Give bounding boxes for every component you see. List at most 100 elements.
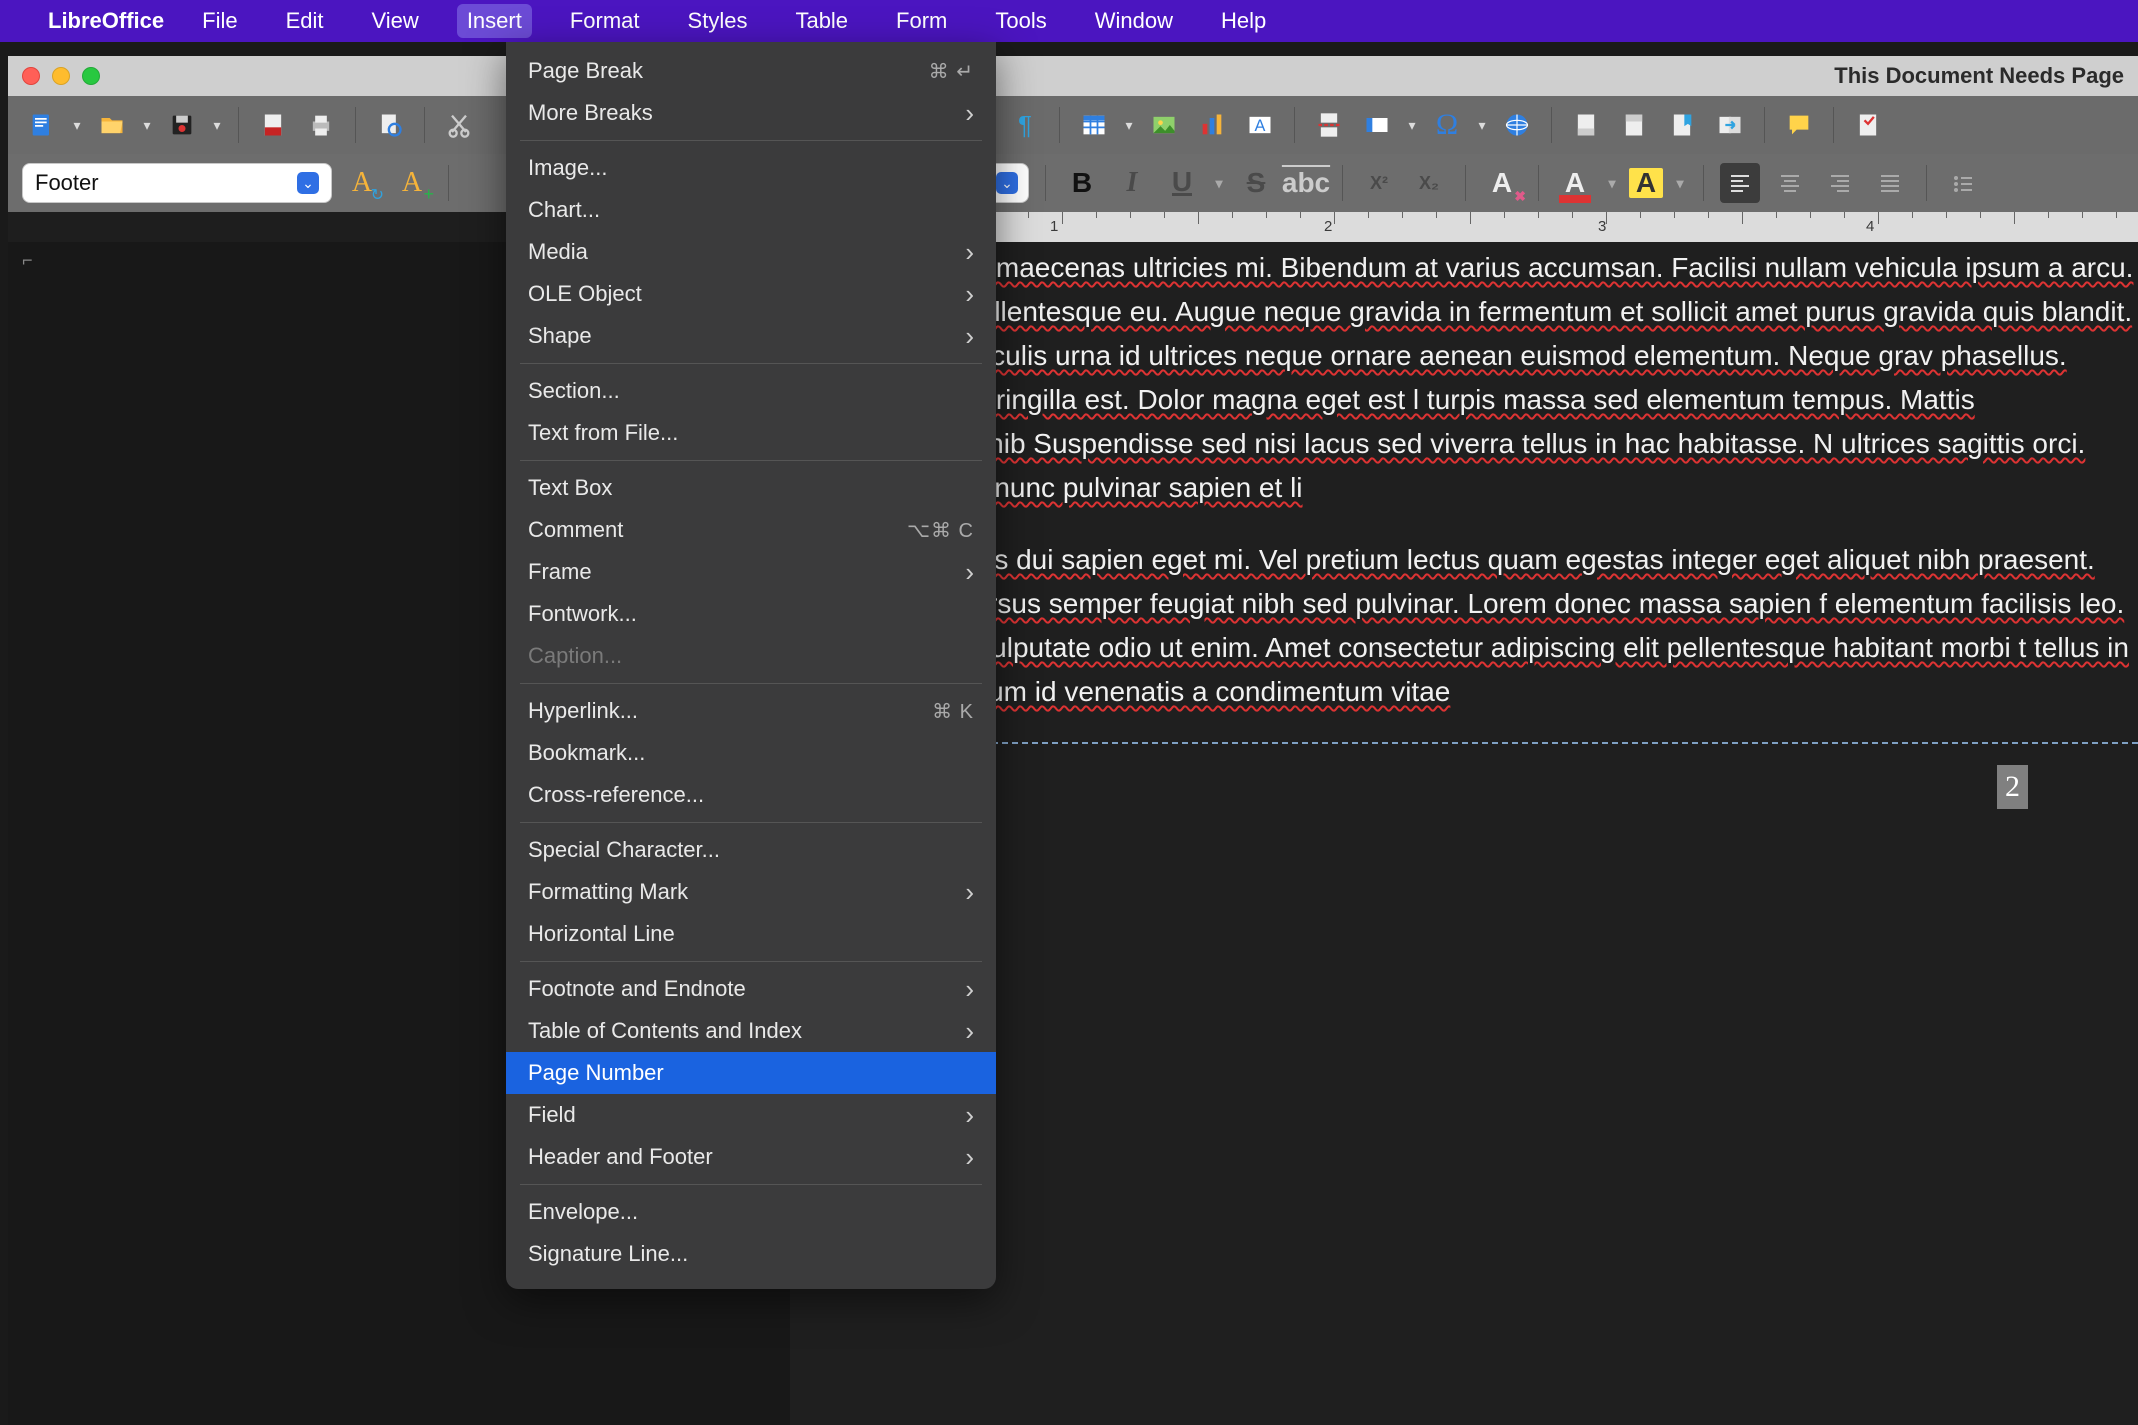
menu-item-label: Formatting Mark [528, 879, 965, 905]
align-center-button[interactable] [1770, 163, 1810, 203]
overline-button[interactable]: abc [1286, 163, 1326, 203]
insert-menu-bookmark[interactable]: Bookmark... [506, 732, 996, 774]
paragraph-style-dropdown[interactable]: Footer ⌄ [22, 163, 332, 203]
macos-menubar: LibreOffice File Edit View Insert Format… [0, 0, 2138, 42]
menu-item-label: OLE Object [528, 281, 965, 307]
menu-table[interactable]: Table [785, 4, 858, 38]
highlight-color-button[interactable]: A [1629, 168, 1663, 198]
save-icon[interactable] [162, 105, 202, 145]
export-pdf-icon[interactable] [253, 105, 293, 145]
insert-menu-horizontal-line[interactable]: Horizontal Line [506, 913, 996, 955]
save-dropdown-icon[interactable]: ▾ [210, 105, 224, 145]
app-window: This Document Needs Page ▾ ▾ ▾ ¶ ▾ A ▾ Ω… [8, 56, 2138, 1425]
menu-edit[interactable]: Edit [276, 4, 334, 38]
insert-menu-table-of-contents-and-index[interactable]: Table of Contents and Index [506, 1010, 996, 1052]
align-right-button[interactable] [1820, 163, 1860, 203]
clear-format-button[interactable]: A✖ [1482, 163, 1522, 203]
italic-button[interactable]: I [1112, 163, 1152, 203]
menu-window[interactable]: Window [1085, 4, 1183, 38]
insert-hyperlink-icon[interactable] [1497, 105, 1537, 145]
minimize-icon[interactable] [52, 67, 70, 85]
menu-help[interactable]: Help [1211, 4, 1276, 38]
insert-menu-cross-reference[interactable]: Cross-reference... [506, 774, 996, 816]
chevron-right-icon [965, 237, 974, 268]
formatting-marks-icon[interactable]: ¶ [1005, 105, 1045, 145]
insert-special-char-icon[interactable]: Ω [1427, 105, 1467, 145]
highlight-dropdown-icon[interactable]: ▾ [1673, 163, 1687, 203]
insert-menu-section[interactable]: Section... [506, 370, 996, 412]
subscript-button[interactable]: X₂ [1409, 163, 1449, 203]
menu-item-label: Frame [528, 559, 965, 585]
menu-tools[interactable]: Tools [985, 4, 1056, 38]
insert-menu-media[interactable]: Media [506, 231, 996, 273]
insert-menu-page-break[interactable]: Page Break⌘ ↵ [506, 50, 996, 92]
track-changes-icon[interactable] [1848, 105, 1888, 145]
insert-menu-ole-object[interactable]: OLE Object [506, 273, 996, 315]
insert-menu-image[interactable]: Image... [506, 147, 996, 189]
bold-button[interactable]: B [1062, 163, 1102, 203]
app-name[interactable]: LibreOffice [48, 8, 164, 34]
insert-menu-page-number[interactable]: Page Number [506, 1052, 996, 1094]
underline-dropdown-icon[interactable]: ▾ [1212, 163, 1226, 203]
insert-menu-field[interactable]: Field [506, 1094, 996, 1136]
close-icon[interactable] [22, 67, 40, 85]
menu-styles[interactable]: Styles [678, 4, 758, 38]
print-icon[interactable] [301, 105, 341, 145]
insert-endnote-icon[interactable] [1566, 105, 1606, 145]
insert-menu-fontwork[interactable]: Fontwork... [506, 593, 996, 635]
insert-menu-shape[interactable]: Shape [506, 315, 996, 357]
new-dropdown-icon[interactable]: ▾ [70, 105, 84, 145]
menu-form[interactable]: Form [886, 4, 957, 38]
insert-comment-icon[interactable] [1779, 105, 1819, 145]
insert-menu-hyperlink[interactable]: Hyperlink...⌘ K [506, 690, 996, 732]
table-dropdown-icon[interactable]: ▾ [1122, 105, 1136, 145]
insert-menu-formatting-mark[interactable]: Formatting Mark [506, 871, 996, 913]
menu-insert[interactable]: Insert [457, 4, 532, 38]
open-icon[interactable] [92, 105, 132, 145]
insert-pagebreak-icon[interactable] [1309, 105, 1349, 145]
font-color-button[interactable]: A [1555, 163, 1595, 203]
font-color-dropdown-icon[interactable]: ▾ [1605, 163, 1619, 203]
align-justify-button[interactable] [1870, 163, 1910, 203]
insert-menu-text-box[interactable]: Text Box [506, 467, 996, 509]
underline-button[interactable]: U [1162, 163, 1202, 203]
menu-item-label: Section... [528, 378, 974, 404]
insert-textbox-icon[interactable]: A [1240, 105, 1280, 145]
open-dropdown-icon[interactable]: ▾ [140, 105, 154, 145]
insert-menu-chart[interactable]: Chart... [506, 189, 996, 231]
insert-footnote-icon[interactable] [1614, 105, 1654, 145]
insert-table-icon[interactable] [1074, 105, 1114, 145]
menu-item-label: Media [528, 239, 965, 265]
insert-menu-envelope[interactable]: Envelope... [506, 1191, 996, 1233]
print-preview-icon[interactable] [370, 105, 410, 145]
insert-bookmark-icon[interactable] [1662, 105, 1702, 145]
menu-file[interactable]: File [192, 4, 247, 38]
field-dropdown-icon[interactable]: ▾ [1405, 105, 1419, 145]
insert-menu-comment[interactable]: Comment⌥⌘ C [506, 509, 996, 551]
menu-view[interactable]: View [362, 4, 429, 38]
insert-cross-ref-icon[interactable] [1710, 105, 1750, 145]
update-style-icon[interactable]: A↻ [342, 163, 382, 203]
insert-menu-footnote-and-endnote[interactable]: Footnote and Endnote [506, 968, 996, 1010]
superscript-button[interactable]: X² [1359, 163, 1399, 203]
strike-button[interactable]: S [1236, 163, 1276, 203]
new-doc-icon[interactable] [22, 105, 62, 145]
insert-image-icon[interactable] [1144, 105, 1184, 145]
insert-menu-frame[interactable]: Frame [506, 551, 996, 593]
insert-chart-icon[interactable] [1192, 105, 1232, 145]
cut-icon[interactable] [439, 105, 479, 145]
align-left-button[interactable] [1720, 163, 1760, 203]
insert-menu-header-and-footer[interactable]: Header and Footer [506, 1136, 996, 1178]
menu-item-label: Table of Contents and Index [528, 1018, 965, 1044]
insert-menu-special-character[interactable]: Special Character... [506, 829, 996, 871]
menu-item-label: Hyperlink... [528, 698, 932, 724]
insert-menu-more-breaks[interactable]: More Breaks [506, 92, 996, 134]
insert-menu-text-from-file[interactable]: Text from File... [506, 412, 996, 454]
special-dropdown-icon[interactable]: ▾ [1475, 105, 1489, 145]
insert-field-icon[interactable] [1357, 105, 1397, 145]
zoom-icon[interactable] [82, 67, 100, 85]
menu-format[interactable]: Format [560, 4, 650, 38]
bullet-list-button[interactable] [1943, 163, 1983, 203]
insert-menu-signature-line[interactable]: Signature Line... [506, 1233, 996, 1275]
new-style-icon[interactable]: A+ [392, 163, 432, 203]
